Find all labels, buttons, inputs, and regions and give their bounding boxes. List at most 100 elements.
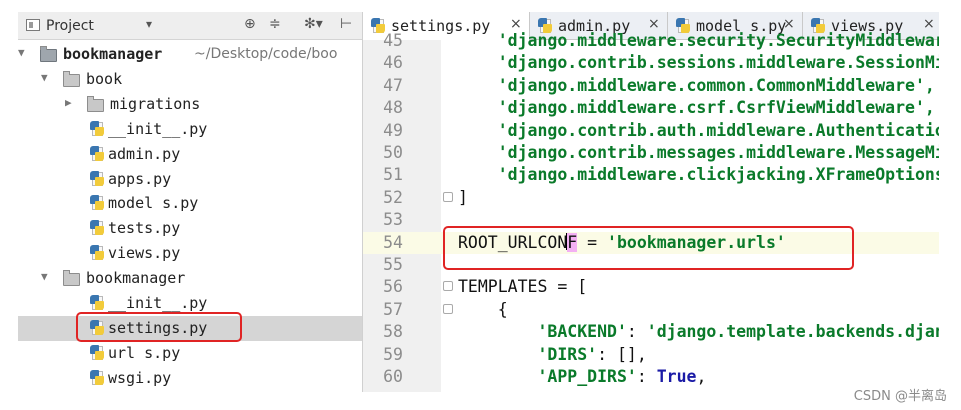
tree-item-label: admin.py (108, 144, 181, 163)
code-line: 58 'BACKEND': 'django.template.backends.… (363, 321, 939, 343)
line-number: 51 (383, 165, 403, 185)
code-line: 56 TEMPLATES = [ (363, 276, 939, 298)
tree-file-item[interactable]: admin.py (18, 142, 362, 167)
tree-item-label: wsgi.py (108, 368, 172, 387)
code-token: 'BACKEND' (537, 322, 627, 342)
code-token: 'django.template.backends.django.DjangoT… (646, 322, 939, 342)
code-text: 'django.middleware.security.SecurityMidd… (458, 31, 939, 50)
folder-icon (63, 270, 80, 287)
hide-panel-icon[interactable]: ⊢ (340, 16, 352, 32)
editor-panel: settings.py × admin.py × model s.py × views.py… (362, 12, 939, 392)
line-number: 60 (383, 367, 403, 386)
collapse-arrow-icon[interactable]: ▶ (65, 96, 72, 109)
tree-file-item[interactable]: views.py (18, 241, 362, 266)
fold-marker-icon[interactable] (443, 303, 453, 314)
line-number: 49 (383, 120, 403, 140)
python-file-icon (90, 344, 105, 361)
code-line: 45 'django.middleware.security.SecurityM… (363, 30, 939, 52)
expand-arrow-icon[interactable]: ▼ (41, 270, 48, 283)
gear-icon[interactable]: ✻▾ (304, 16, 323, 32)
collapse-all-icon[interactable]: ≑ (269, 16, 281, 32)
tree-folder-item[interactable]: ▶ migrations (18, 92, 362, 117)
tree-file-item[interactable]: url s.py (18, 341, 362, 366)
line-number: 50 (383, 143, 403, 162)
code-text: 'APP_DIRS': True, (458, 367, 706, 386)
fold-marker-icon[interactable] (443, 281, 453, 292)
python-file-icon (90, 295, 105, 311)
fold-marker-icon[interactable] (443, 191, 453, 202)
code-line: 46 'django.contrib.sessions.middleware.S… (363, 52, 939, 74)
tree-item-label: views.py (108, 244, 181, 263)
code-line: 48 'django.middleware.csrf.CsrfViewMiddl… (363, 97, 939, 119)
line-number: 45 (383, 31, 403, 50)
project-icon (26, 19, 40, 31)
tree-file-item[interactable]: tests.py (18, 216, 362, 241)
code-token: True (656, 367, 697, 386)
python-file-icon (90, 369, 105, 386)
code-token: ] (458, 187, 468, 207)
python-file-icon (90, 145, 105, 162)
scroll-from-source-icon[interactable]: ⊕ (244, 16, 256, 32)
tree-item-label: __init__.py (108, 294, 208, 312)
code-token: 'django.middleware.common.CommonMiddlewa… (497, 75, 935, 95)
folder-icon (40, 46, 57, 62)
tree-item-label: migrations (110, 94, 201, 113)
line-number: 58 (383, 322, 403, 342)
code-token: : (626, 322, 647, 342)
line-number: 48 (383, 98, 403, 118)
chevron-down-icon[interactable]: ▾ (146, 17, 152, 31)
code-line: 57 { (363, 299, 939, 321)
tree-item-label: url s.py (108, 343, 181, 362)
project-panel-title[interactable]: Project (46, 18, 94, 34)
code-token: 'django.middleware.security.SecurityMidd… (497, 31, 939, 50)
code-line: 47 'django.middleware.common.CommonMiddl… (363, 75, 939, 97)
line-number: 59 (383, 344, 403, 364)
code-token: 'django.contrib.sessions.middleware.Sess… (497, 53, 939, 73)
line-number: 53 (383, 210, 403, 230)
root-urlconf-highlight-box (443, 226, 854, 270)
project-path: ~/Desktop/code/boo (194, 46, 338, 62)
settings-file-highlight-box (76, 312, 242, 342)
python-file-icon (90, 170, 105, 187)
tree-file-item[interactable]: wsgi.py (18, 366, 362, 391)
expand-arrow-icon[interactable]: ▼ (41, 71, 48, 84)
code-line: 50 'django.contrib.messages.middleware.M… (363, 142, 939, 164)
folder-icon (63, 70, 80, 87)
code-token: TEMPLATES = [ (458, 277, 588, 297)
code-token: 'django.middleware.csrf.CsrfViewMiddlewa… (497, 98, 935, 118)
code-line: 60 'APP_DIRS': True, (363, 366, 939, 388)
line-number: 47 (383, 75, 403, 95)
tree-item-label: __init__.py (108, 119, 208, 138)
tree-file-item[interactable]: model s.py (18, 191, 362, 216)
code-text: { (458, 300, 508, 319)
code-text: 'django.middleware.common.CommonMiddlewa… (458, 76, 935, 95)
tree-item-label: model s.py (108, 194, 199, 213)
tree-file-item[interactable]: apps.py (18, 167, 362, 192)
code-token: 'APP_DIRS' (537, 367, 637, 386)
code-area[interactable]: 45 'django.middleware.security.SecurityM… (363, 31, 939, 392)
code-token: 'django.contrib.auth.middleware.Authenti… (497, 120, 939, 140)
expand-arrow-icon[interactable]: ▼ (18, 46, 25, 59)
tree-file-item[interactable]: __init__.py (18, 117, 362, 142)
tree-folder-item[interactable]: ▼ book (18, 67, 362, 92)
tree-folder-item[interactable]: ▼ bookmanager ~/Desktop/code/boo (18, 42, 362, 67)
code-line: 59 'DIRS': [], (363, 344, 939, 366)
python-file-icon (90, 245, 105, 261)
tree-item-label: book (86, 69, 123, 88)
code-text: 'django.contrib.auth.middleware.Authenti… (458, 121, 939, 140)
code-token: 'DIRS' (537, 344, 598, 364)
code-text: 'django.middleware.clickjacking.XFrameOp… (458, 165, 939, 184)
line-number: 52 (383, 187, 403, 207)
code-token: : (636, 367, 657, 386)
tree-item-label: bookmanager (63, 45, 163, 63)
code-text: ] (458, 188, 468, 207)
code-text: 'django.contrib.messages.middleware.Mess… (458, 143, 939, 162)
code-token: { (497, 299, 508, 319)
tree-folder-item[interactable]: ▼ bookmanager (18, 266, 362, 291)
